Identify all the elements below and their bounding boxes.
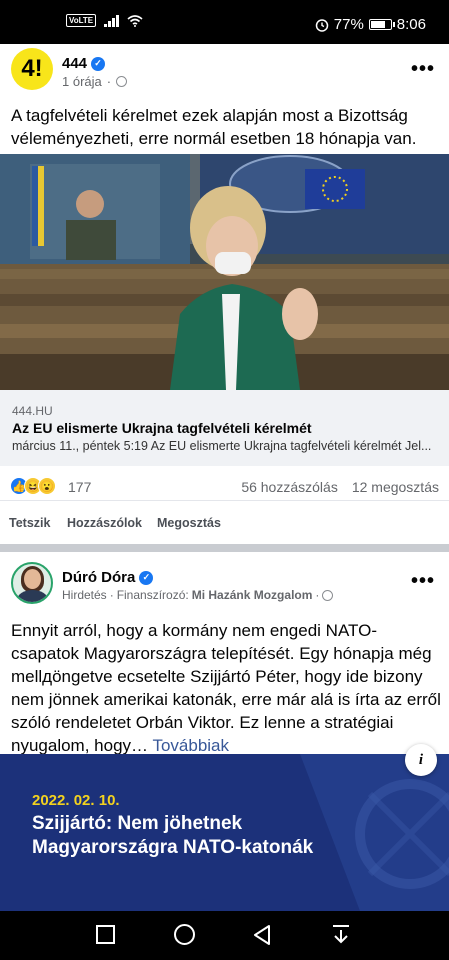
see-more-link[interactable]: Továbbiak bbox=[152, 736, 229, 755]
image-headline: Szijjártó: Nem jöhetnek Magyarországra N… bbox=[32, 812, 313, 860]
globe-icon bbox=[322, 589, 334, 601]
status-left: VoLTE bbox=[66, 14, 143, 27]
link-domain: 444.HU bbox=[12, 404, 53, 418]
sponsor-name[interactable]: Mi Hazánk Mozgalom bbox=[192, 588, 313, 602]
reactions-bar: 👍 😆 😮 177 56 hozzászólás 12 megosztás bbox=[0, 474, 449, 500]
battery-percent: 77% bbox=[333, 16, 364, 33]
image-headline-line2: Magyarországra NATO-katonák bbox=[32, 837, 314, 858]
post-time-text[interactable]: 1 órája bbox=[62, 74, 102, 89]
post2-body: Ennyit arról, hogy a kormány nem engedi … bbox=[11, 621, 441, 755]
system-nav-bar bbox=[0, 911, 449, 960]
more-icon[interactable]: ••• bbox=[411, 570, 435, 593]
link-title: Az EU elismerte Ukrajna tagfelvételi kér… bbox=[12, 420, 312, 436]
back-nav-icon[interactable] bbox=[253, 924, 271, 946]
globe-icon bbox=[116, 76, 128, 87]
post-time: 1 órája · bbox=[62, 74, 128, 89]
battery-icon bbox=[368, 19, 395, 30]
author-name-text[interactable]: Dúró Dóra bbox=[62, 569, 135, 586]
post2-text: Ennyit arról, hogy a kormány nem engedi … bbox=[11, 619, 441, 757]
status-bar: VoLTE 77% 8:06 bbox=[0, 0, 449, 44]
page-avatar[interactable]: 4! bbox=[11, 48, 53, 90]
signal-icon bbox=[104, 14, 120, 27]
author-avatar[interactable] bbox=[11, 562, 53, 604]
share-count[interactable]: 12 megosztás bbox=[352, 479, 439, 495]
page-name-text[interactable]: 444 bbox=[62, 55, 87, 72]
page-name[interactable]: 444 ✓ bbox=[62, 55, 106, 72]
link-preview[interactable]: 444.HU Az EU elismerte Ukrajna tagfelvét… bbox=[0, 390, 449, 466]
square-nav-icon[interactable] bbox=[96, 925, 115, 944]
volte-badge: VoLTE bbox=[66, 14, 97, 27]
post1-header: 4! 444 ✓ 1 órája · ••• bbox=[0, 44, 449, 100]
post-actions: Tetszik Hozzászólok Megosztás bbox=[0, 500, 449, 544]
alarm-icon bbox=[315, 18, 329, 32]
engagement-counts: 56 hozzászólás 12 megosztás bbox=[241, 479, 439, 495]
notification-nav-icon[interactable] bbox=[331, 924, 351, 946]
reaction-icons[interactable]: 👍 😆 😮 bbox=[10, 477, 56, 495]
home-nav-icon[interactable] bbox=[174, 924, 195, 945]
ad-meta: Hirdetés · Finanszírozó: Mi Hazánk Mozga… bbox=[62, 588, 334, 602]
ad-label: Hirdetés bbox=[62, 588, 107, 602]
feed-separator bbox=[0, 544, 449, 552]
comment-button[interactable]: Hozzászólok bbox=[67, 516, 142, 530]
author-name[interactable]: Dúró Dóra ✓ bbox=[62, 569, 154, 586]
image-date: 2022. 02. 10. bbox=[32, 792, 120, 809]
verified-icon: ✓ bbox=[91, 56, 106, 71]
verified-icon: ✓ bbox=[139, 570, 154, 585]
image-headline-line1: Szijjártó: Nem jöhetnek bbox=[32, 813, 243, 834]
more-icon[interactable]: ••• bbox=[411, 58, 435, 81]
clock: 8:06 bbox=[396, 16, 426, 33]
like-button[interactable]: Tetszik bbox=[9, 516, 50, 530]
wifi-icon bbox=[127, 14, 143, 27]
comment-count[interactable]: 56 hozzászólás bbox=[241, 479, 338, 495]
link-description: március 11., péntek 5:19 Az EU elismerte… bbox=[12, 439, 432, 453]
sponsor-prefix: Finanszírozó: bbox=[116, 588, 189, 602]
share-button[interactable]: Megosztás bbox=[157, 516, 221, 530]
wow-icon: 😮 bbox=[38, 477, 56, 495]
post1-image[interactable] bbox=[0, 154, 449, 390]
info-icon[interactable]: i bbox=[405, 744, 437, 776]
post1-text: A tagfelvételi kérelmet ezek alapján mos… bbox=[11, 106, 417, 148]
reaction-count[interactable]: 177 bbox=[68, 479, 91, 495]
post1-image-graphic bbox=[0, 154, 449, 390]
status-right: 77% 8:06 bbox=[315, 16, 426, 33]
